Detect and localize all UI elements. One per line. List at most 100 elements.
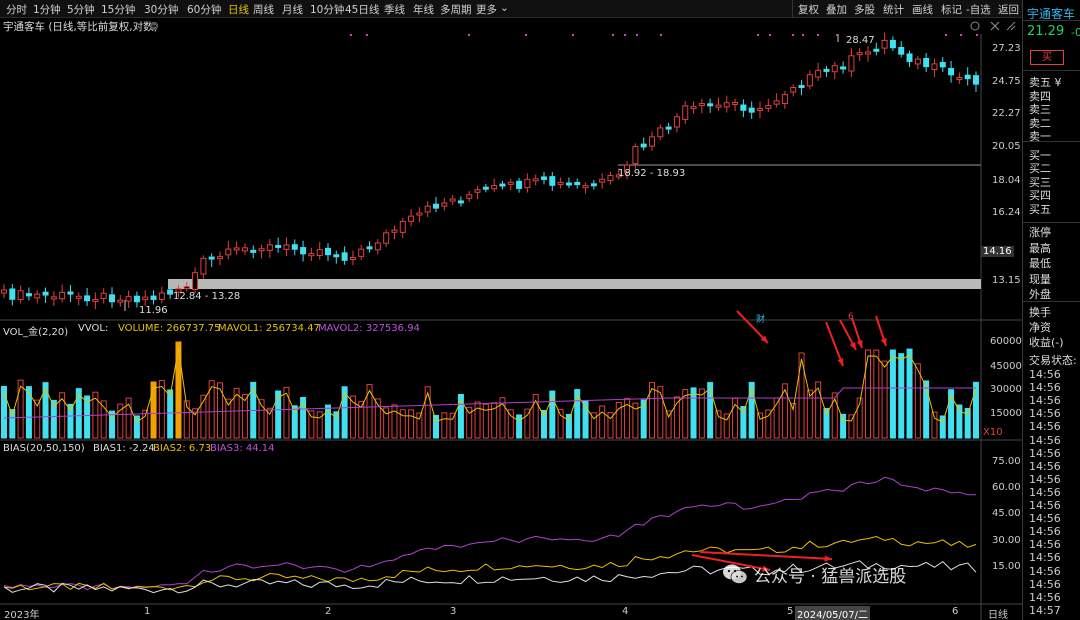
mavol2-value: MAVOL2: 327536.94 (318, 323, 420, 334)
quote-stat-label: 最高 (1029, 241, 1051, 255)
candle-body (25, 293, 32, 297)
arrow-head (824, 555, 832, 562)
bias-axis-label: 45.00 (992, 508, 1021, 519)
candle-body (973, 75, 979, 85)
candle-body (258, 248, 265, 252)
volume-bar (931, 411, 938, 439)
support-band (168, 279, 981, 289)
signal-dot (624, 34, 626, 36)
crosshair-date-label: 2024/05/07/二 (795, 606, 871, 620)
candle-body (565, 182, 572, 186)
candle-body (466, 194, 473, 199)
candle-body (449, 198, 456, 202)
candle-body (92, 298, 99, 303)
volume-bar (441, 412, 448, 439)
xaxis-month-2: 2 (325, 606, 332, 617)
mavol1-line (3, 347, 977, 423)
candle-body (482, 186, 489, 190)
tick-time: 14:56 (1029, 538, 1061, 552)
tick-time: 14:56 (1029, 485, 1061, 499)
volume-bar (399, 409, 406, 439)
volume-axis-label: 60000 (990, 336, 1022, 347)
candle-body (333, 254, 340, 258)
candle-body (823, 68, 830, 72)
candle-body (125, 296, 132, 302)
candle-body (757, 107, 763, 111)
price-axis-label: 16.24 (992, 207, 1021, 218)
candle-body (499, 183, 506, 187)
volume-bar (914, 363, 921, 439)
tick-time: 14:56 (1029, 407, 1061, 421)
candle-body (424, 205, 431, 213)
candle-body (665, 126, 672, 130)
volume-bar (698, 388, 705, 439)
candle-body (150, 295, 157, 300)
tick-time: 14:56 (1029, 368, 1061, 381)
price-axis-label: 18.04 (992, 175, 1021, 186)
mavol1-value: MAVOL1: 256734.47 (218, 323, 320, 334)
xaxis-month-1: 1 (144, 606, 151, 617)
signal-dot (836, 34, 838, 36)
volume-bar (42, 382, 49, 439)
signal-dot (366, 34, 368, 36)
volume-axis-label: 30000 (990, 384, 1022, 395)
candle-body (939, 61, 946, 68)
signal-dot (945, 34, 947, 36)
signal-dot (769, 34, 771, 36)
candle-body (898, 46, 905, 55)
volume-bar (881, 360, 888, 439)
price-axis-label: 20.05 (992, 141, 1021, 152)
candle-body (291, 244, 298, 250)
tick-time: 14:56 (1029, 525, 1061, 539)
candle-body (457, 200, 464, 204)
quote-sidebar: 宇通客车 21.29 -0 买 卖五 ¥ 卖四 卖三 卖二 卖一 买一 买二 买三 买四 买五 涨停… (1022, 0, 1080, 620)
volume-unit: X10 (983, 427, 1003, 438)
candle-body (142, 296, 149, 301)
tick-time: 14:56 (1029, 420, 1061, 434)
candle-body (557, 181, 564, 185)
earnings-marker[interactable]: 财 (756, 312, 765, 325)
candle-body (690, 106, 697, 110)
bias-indicator-label[interactable]: BIAS(20,50,150) (3, 443, 85, 454)
signal-dot (468, 34, 470, 36)
candle-body (541, 176, 547, 180)
volume-bar (906, 348, 913, 439)
candle-body (607, 175, 614, 182)
tick-time: 14:56 (1029, 433, 1061, 447)
volume-bar (25, 386, 32, 439)
candle-body (574, 181, 581, 186)
quote-stat-label: 最低 (1029, 257, 1051, 270)
candle-body (765, 105, 772, 109)
candle-body (474, 189, 481, 193)
candle-body (325, 247, 331, 256)
candle-body (723, 102, 730, 108)
quote-stat-label: 换手 (1029, 306, 1051, 319)
tick-time: 14:57 (1029, 603, 1061, 617)
volume-bar (391, 404, 398, 439)
candle-body (349, 257, 356, 261)
volume-bar (565, 413, 572, 439)
arrow-head (856, 340, 863, 348)
candle-body (673, 116, 680, 128)
volume-bar (557, 408, 564, 439)
bias-axis-label: 60.00 (992, 482, 1021, 493)
xaxis-month-5: 5 (787, 606, 794, 617)
candle-body (815, 69, 822, 78)
candle-body (158, 292, 165, 300)
xaxis-month-3: 3 (450, 606, 457, 617)
volume-axis-label: 45000 (990, 361, 1022, 372)
candle-body (914, 58, 921, 65)
period-indicator[interactable]: 日线 (988, 606, 1008, 620)
volume-bar (649, 382, 655, 439)
candle-body (167, 289, 174, 295)
candle-body (275, 244, 282, 248)
buy-button[interactable]: 买 (1030, 50, 1064, 65)
signal-dot (960, 34, 962, 36)
candle-body (964, 74, 971, 80)
event-marker[interactable]: 6 (848, 312, 854, 322)
bias-axis-label: 30.00 (992, 535, 1021, 546)
volume-indicator-label[interactable]: VOL_金(2,20) (3, 323, 68, 338)
tick-time: 14:56 (1029, 459, 1061, 473)
volume-bar (516, 414, 523, 439)
candle-body (117, 299, 124, 303)
